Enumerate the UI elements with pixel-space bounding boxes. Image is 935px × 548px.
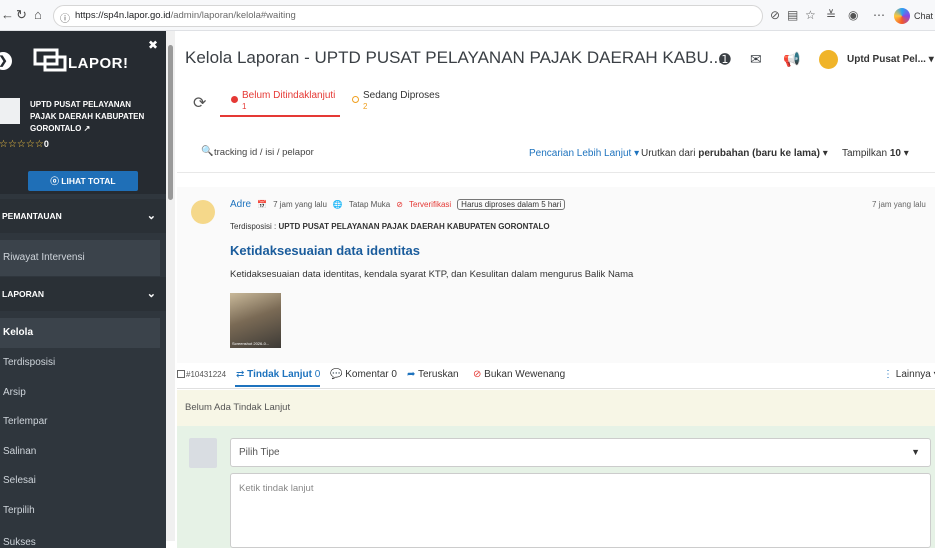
sidebar-item-terdisposisi[interactable]: Terdisposisi xyxy=(0,348,160,378)
forward-button[interactable]: ➦ Teruskan xyxy=(407,369,459,380)
copilot-icon xyxy=(894,8,910,24)
tab-sedang-diproses[interactable]: Sedang Diproses 2 xyxy=(352,90,440,111)
sidebar-item-arsip[interactable]: Arsip xyxy=(0,378,160,408)
deadline-badge: Harus diproses dalam 5 hari xyxy=(457,199,566,210)
report-channel: Tatap Muka xyxy=(348,200,391,209)
rating: ☆☆☆☆☆0 xyxy=(0,139,49,150)
sidebar-item-selesai[interactable]: Selesai xyxy=(0,466,160,496)
refresh-icon[interactable]: ⟳ xyxy=(193,93,206,113)
sidebar-header: ❯ LAPOR! ✖ UPTD PUSAT PELAYANAN PAJAK DA… xyxy=(0,31,166,194)
caret-down-icon: ▾ xyxy=(928,54,934,65)
building-icon xyxy=(0,98,20,124)
sidebar-item-salinan[interactable]: Salinan xyxy=(0,437,160,467)
institution-name[interactable]: UPTD PUSAT PELAYANAN PAJAK DAERAH KABUPA… xyxy=(30,99,158,135)
close-sidebar-icon[interactable]: ✖ xyxy=(148,38,158,52)
logo-text: LAPOR! xyxy=(68,55,129,72)
page-size-dropdown[interactable]: Tampilkan 10 ▾ xyxy=(842,148,909,159)
home-icon[interactable]: ⌂ xyxy=(34,8,42,22)
mail-icon[interactable]: ✉ xyxy=(750,51,762,68)
section-laporan[interactable]: LAPORAN ⌄ xyxy=(0,277,166,311)
ticket-select[interactable]: #10431224 xyxy=(177,370,226,379)
report-title[interactable]: Ketidaksesuaian data identitas xyxy=(230,243,420,258)
report-body: Ketidaksesuaian data identitas, kendala … xyxy=(230,269,634,280)
browser-toolbar: ← ↻ ⌂ ⓘ https://sp4n.lapor.go.id/admin/l… xyxy=(0,0,935,31)
tracking-icon[interactable]: ⊘ xyxy=(770,8,780,22)
not-authority-button[interactable]: ⊘ Bukan Wewenang xyxy=(473,369,565,380)
sort-dropdown[interactable]: Urutkan dari perubahan (baru ke lama) ▾ xyxy=(641,148,828,159)
sidebar-item-terlempar[interactable]: Terlempar xyxy=(0,407,160,437)
rating-value: 0 xyxy=(43,139,49,149)
status-dot xyxy=(231,96,238,103)
active-action-indicator xyxy=(235,385,320,387)
site-info-icon[interactable]: ⓘ xyxy=(60,10,70,25)
sidebar-item-riwayat-intervensi[interactable]: Riwayat Intervensi xyxy=(0,240,160,276)
report-meta: Adre 📅 7 jam yang lalu 🌐 Tatap Muka ⊘ Te… xyxy=(230,199,566,210)
url-text: https://sp4n.lapor.go.id/admin/laporan/k… xyxy=(75,10,296,21)
report-time: 7 jam yang lalu xyxy=(273,200,327,209)
search-icon: 🔍 xyxy=(201,146,214,157)
chevron-down-icon: ⌄ xyxy=(146,210,156,222)
profile-icon[interactable]: ◉ xyxy=(848,8,858,22)
search-input[interactable]: tracking id / isi / pelapor xyxy=(214,147,314,158)
globe-icon: 🌐 xyxy=(332,200,343,209)
more-browser-icon[interactable]: ⋯ xyxy=(873,8,885,22)
url-path: /admin/laporan/kelola#waiting xyxy=(170,10,296,21)
address-bar[interactable]: ⓘ https://sp4n.lapor.go.id/admin/laporan… xyxy=(53,5,763,27)
status-dot xyxy=(352,96,359,103)
no-follow-up-notice: Belum Ada Tindak Lanjut xyxy=(177,390,935,426)
megaphone-icon[interactable]: 📢 xyxy=(783,51,800,68)
chat-label: Chat xyxy=(914,11,934,21)
disposition: Terdisposisi : UPTD PUSAT PELAYANAN PAJA… xyxy=(230,222,550,231)
rating-stars: ☆☆☆☆☆ xyxy=(0,139,44,150)
chat-button[interactable]: Chat xyxy=(894,7,933,25)
url-host: https://sp4n.lapor.go.id xyxy=(75,10,171,21)
lapor-badge-icon: ❯ xyxy=(0,52,12,70)
share-icon: ➦ xyxy=(407,369,416,380)
reporter-avatar xyxy=(191,200,215,224)
chevron-down-icon: ⌄ xyxy=(146,288,156,300)
sidebar-scroll-thumb[interactable] xyxy=(168,45,173,200)
institution-avatar xyxy=(189,438,217,468)
report-status: Terverifikasi xyxy=(408,200,452,209)
reader-icon[interactable]: ▤ xyxy=(787,8,798,22)
tab-belum-ditindaklanjuti[interactable]: Belum Ditindaklanjuti 1 xyxy=(231,90,335,111)
info-icon[interactable]: ➊ xyxy=(719,51,731,68)
section-pemantauan[interactable]: PEMANTAUAN ⌄ xyxy=(0,199,166,233)
active-tab-indicator xyxy=(220,115,340,117)
type-select[interactable]: Pilih Tipe ▼ xyxy=(230,438,931,467)
tab-tindak-lanjut[interactable]: ⇄ Tindak Lanjut 0 xyxy=(236,369,320,380)
user-menu[interactable]: Uptd Pusat Pel... ▾ xyxy=(847,54,934,65)
vertical-dots-icon: ⋮ xyxy=(883,369,893,380)
report-attachment[interactable]: Screenshot 2026-0... xyxy=(230,293,281,348)
view-total-button[interactable]: ⓞ LIHAT TOTAL xyxy=(28,171,138,191)
back-icon[interactable]: ← xyxy=(1,8,14,22)
favorite-icon[interactable]: ☆ xyxy=(805,8,816,22)
tab-komentar[interactable]: 💬 Komentar 0 xyxy=(330,369,397,380)
caret-down-icon: ▼ xyxy=(911,447,920,457)
sidebar-item-sukses[interactable]: Sukses xyxy=(0,528,160,548)
sidebar-item-terpilih[interactable]: Terpilih xyxy=(0,496,160,526)
verified-icon: ⊘ xyxy=(396,200,403,209)
external-link-icon: ↗ xyxy=(83,124,91,133)
calendar-icon: 📅 xyxy=(257,200,268,209)
advanced-search-link[interactable]: Pencarian Lebih Lanjut ▾ xyxy=(529,148,639,159)
report-time-right: 7 jam yang lalu xyxy=(872,200,926,209)
ban-icon: ⊘ xyxy=(473,369,482,380)
reporter-name[interactable]: Adre xyxy=(230,199,251,210)
follow-up-textarea[interactable]: Ketik tindak lanjut xyxy=(230,473,931,548)
exchange-icon: ⇄ xyxy=(236,369,245,380)
page-title: Kelola Laporan - UPTD PUSAT PELAYANAN PA… xyxy=(185,48,723,67)
sidebar-item-kelola[interactable]: Kelola xyxy=(0,318,160,348)
more-actions-dropdown[interactable]: ⋮ Lainnya ▾ xyxy=(883,369,935,380)
favorites-list-icon[interactable]: ≚ xyxy=(826,8,836,22)
comment-icon: 💬 xyxy=(330,369,343,380)
lapor-logo-icon xyxy=(33,48,67,72)
ticket-checkbox[interactable] xyxy=(177,370,185,378)
reload-icon[interactable]: ↻ xyxy=(16,8,27,22)
sidebar: ❯ LAPOR! ✖ UPTD PUSAT PELAYANAN PAJAK DA… xyxy=(0,31,166,548)
user-avatar[interactable] xyxy=(819,50,838,69)
